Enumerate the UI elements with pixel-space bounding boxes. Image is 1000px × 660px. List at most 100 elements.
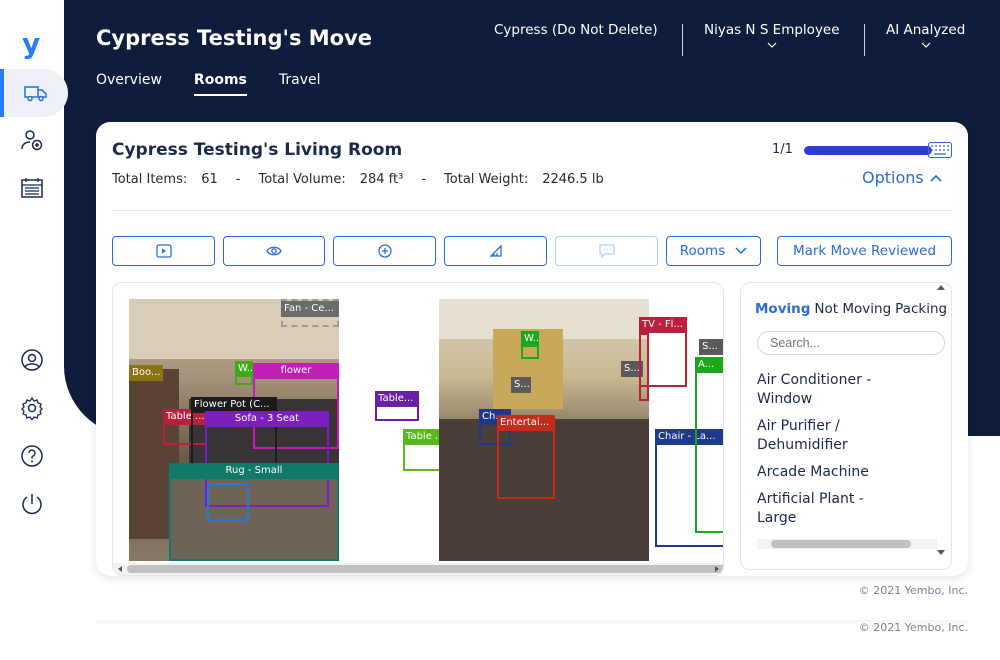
mode-label: AI Analyzed [886, 22, 966, 38]
comment-icon [598, 244, 615, 258]
scroll-left-icon[interactable] [116, 565, 124, 573]
add-item-button[interactable] [333, 236, 436, 266]
total-volume-value: 284 ft³ [359, 172, 404, 187]
eye-icon [266, 246, 282, 256]
scrollbar-thumb[interactable] [127, 565, 723, 573]
play-video-button[interactable] [112, 236, 215, 266]
separator: - [235, 172, 241, 187]
user-name: Niyas N S Employee [704, 22, 840, 38]
total-items-value: 61 [201, 172, 218, 187]
power-icon [22, 494, 42, 515]
chevron-down-icon [921, 42, 931, 48]
item-horizontal-scrollbar[interactable] [757, 539, 937, 549]
truck-icon [24, 86, 47, 102]
bbox-item[interactable] [207, 483, 249, 521]
horizontal-scrollbar[interactable] [113, 563, 723, 575]
room-progress-bar [804, 146, 932, 155]
chevron-up-icon [930, 174, 942, 182]
user-menu[interactable]: Niyas N S Employee [704, 22, 840, 48]
bbox-label-s3: S... [699, 339, 723, 355]
sidebar-item-calendar[interactable] [0, 164, 64, 212]
bbox-label-s1: S... [511, 377, 531, 393]
list-item[interactable]: Arcade Machine [757, 463, 907, 482]
total-weight-value: 2246.5 lb [542, 172, 604, 187]
sidebar-item-profile[interactable] [0, 336, 64, 384]
bbox-label-armchair: A... [695, 357, 723, 373]
total-volume-label: Total Volume: [258, 172, 346, 187]
room-photo[interactable]: Fan - Ce... Boo... W... flower Table ...… [129, 299, 339, 561]
view-button[interactable] [223, 236, 325, 266]
sidebar-item-help[interactable] [0, 432, 64, 480]
scroll-right-icon[interactable] [713, 565, 721, 573]
bbox-label-flower: flower [253, 363, 339, 379]
bbox-label-fan: Fan - Ce... [281, 301, 339, 317]
options-label: Options [862, 168, 924, 187]
add-circle-icon [377, 244, 392, 258]
yembo-logo[interactable]: y [22, 30, 44, 58]
sidebar: y [0, 0, 68, 660]
sidebar-item-add-user[interactable] [0, 116, 64, 164]
copyright: © 2021 Yembo, Inc. [858, 584, 968, 597]
room-photo[interactable]: W... S... Ch... Entertai... S... [439, 299, 649, 561]
item-list: Air Conditioner - Window Air Purifier / … [757, 371, 907, 536]
measure-icon [488, 244, 502, 257]
main-tabs: Overview Rooms Travel [96, 72, 352, 96]
chevron-down-icon [767, 42, 777, 48]
sidebar-item-moves[interactable] [0, 69, 68, 117]
room-title: Cypress Testing's Living Room [112, 140, 403, 160]
item-search-input[interactable] [757, 331, 945, 355]
sidebar-item-logout[interactable] [0, 480, 64, 528]
image-viewer: Fan - Ce... Boo... W... flower Table ...… [112, 282, 724, 576]
item-vertical-scrollbar[interactable] [934, 282, 948, 558]
mode-menu[interactable]: AI Analyzed [886, 22, 965, 48]
list-item[interactable]: Air Conditioner - Window [757, 371, 907, 409]
total-items-label: Total Items: [112, 172, 188, 187]
bbox-label-rug: Rug - Small [169, 463, 339, 479]
header-separator [682, 24, 683, 56]
chevron-down-icon [735, 247, 747, 255]
separator: - [421, 172, 427, 187]
video-icon [155, 244, 172, 258]
bbox-label-wall-item: W... [521, 331, 539, 347]
list-item[interactable]: Air Purifier / Dehumidifier [757, 417, 907, 455]
options-toggle[interactable]: Options [862, 168, 942, 187]
measure-button[interactable] [444, 236, 547, 266]
footer-divider [96, 620, 968, 626]
bbox-label-table-offscreen: Table... [375, 391, 419, 407]
keyboard-icon[interactable] [928, 142, 952, 158]
bbox-armchair[interactable] [695, 357, 723, 533]
bbox-label-wall-art: W... [235, 361, 253, 377]
rooms-dropdown[interactable]: Rooms [666, 236, 761, 266]
copyright-footer: © 2021 Yembo, Inc. [858, 621, 968, 634]
tab-moving[interactable]: Moving [755, 301, 810, 317]
room-stats: Total Items: 61 - Total Volume: 284 ft³ … [112, 172, 604, 187]
help-icon [21, 445, 43, 467]
room-pager: 1/1 [772, 142, 793, 157]
tab-not-moving[interactable]: Not Moving [814, 301, 891, 317]
company-label: Cypress (Do Not Delete) [494, 22, 658, 38]
tab-travel[interactable]: Travel [279, 72, 321, 96]
rooms-dropdown-label: Rooms [679, 243, 726, 259]
gear-icon [21, 396, 43, 420]
tab-rooms[interactable]: Rooms [193, 72, 247, 96]
mark-move-reviewed-button[interactable]: Mark Move Reviewed [777, 236, 952, 266]
total-weight-label: Total Weight: [444, 172, 529, 187]
bbox-label-tv: TV - Fl... [639, 317, 687, 333]
calendar-icon [21, 178, 43, 198]
divider [112, 210, 952, 211]
sidebar-item-settings[interactable] [0, 384, 64, 432]
progress-fill [804, 146, 932, 155]
items-panel: Moving Not Moving Packing Air Conditione… [740, 282, 952, 570]
scrollbar-thumb[interactable] [771, 540, 911, 548]
tab-overview[interactable]: Overview [96, 72, 162, 96]
list-item[interactable]: Artificial Plant - Large [757, 490, 907, 528]
item-tabs: Moving Not Moving Packing [755, 301, 951, 317]
header-separator [864, 24, 865, 56]
add-user-icon [21, 130, 43, 151]
app-root: y Cypress Testing's Move Overview Rooms … [0, 0, 1000, 660]
comment-button[interactable] [555, 236, 658, 266]
page-title: Cypress Testing's Move [96, 26, 373, 50]
bbox-label-bookshelf: Boo... [129, 365, 163, 381]
user-circle-icon [21, 349, 43, 371]
room-card: Cypress Testing's Living Room Total Item… [96, 122, 968, 576]
